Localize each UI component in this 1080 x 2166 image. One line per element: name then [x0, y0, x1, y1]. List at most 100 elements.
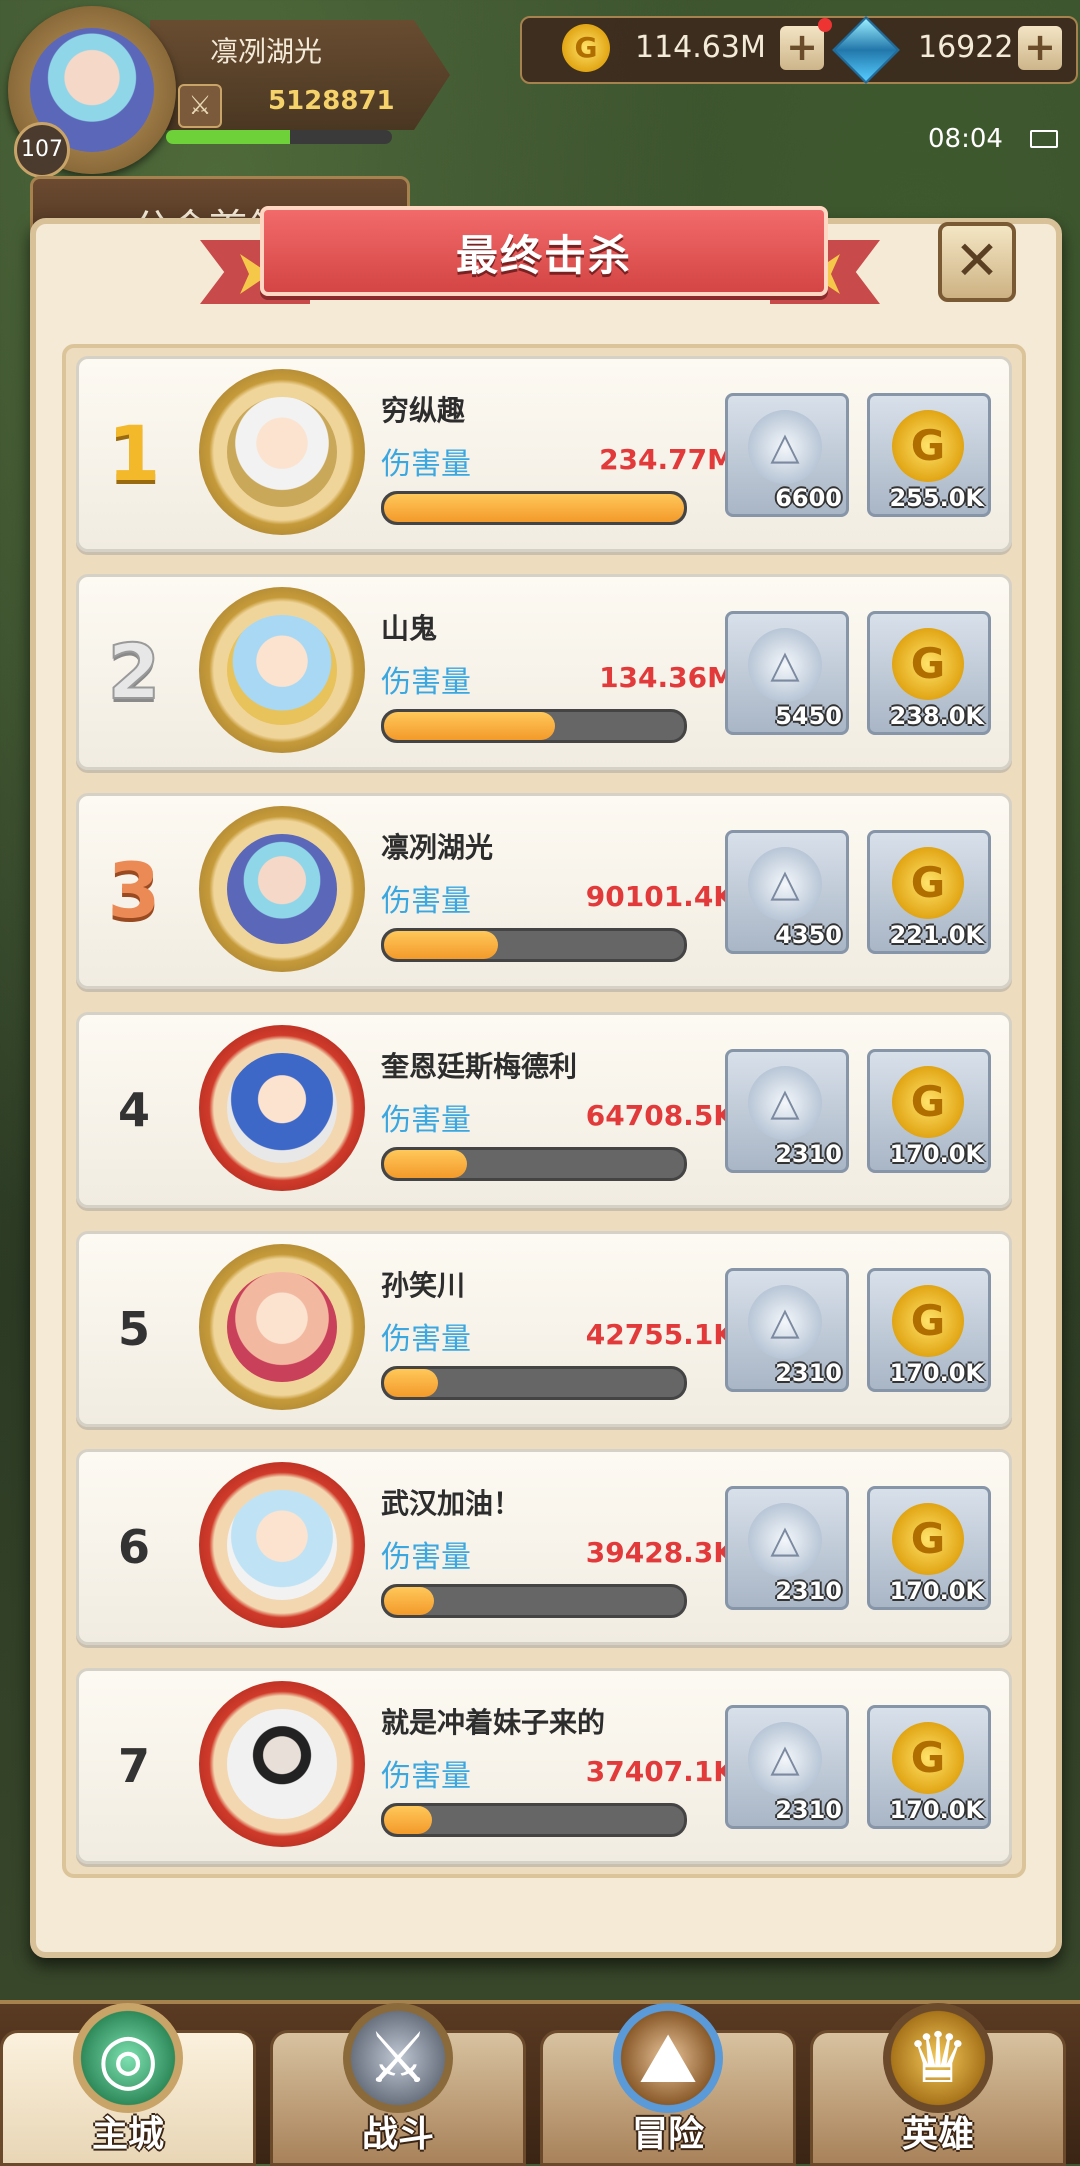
- player-name: 奎恩廷斯梅德利: [381, 1050, 578, 1083]
- player-exp-fill: [166, 130, 291, 144]
- silver-reward[interactable]: △ 2310: [725, 1268, 849, 1392]
- gold-reward-amount: 170.0K: [889, 1577, 984, 1605]
- silver-reward[interactable]: △ 6600: [725, 393, 849, 517]
- nav-label: 战斗: [361, 2114, 434, 2155]
- leaderboard-row[interactable]: 7 就是冲着妹子来的 伤害量 37407.1K △ 2310 G 170.0K: [76, 1668, 1012, 1864]
- silver-reward[interactable]: △ 5450: [725, 611, 849, 735]
- damage-bar: [381, 1366, 687, 1400]
- damage-bar-fill: [384, 1150, 467, 1178]
- damage-label: 伤害量: [381, 447, 471, 482]
- silver-reward-amount: 5450: [775, 702, 842, 730]
- ribbon-body: 最终击杀: [260, 206, 828, 296]
- silver-reward-amount: 2310: [775, 1577, 842, 1605]
- silver-reward-amount: 2310: [775, 1140, 842, 1168]
- gold-reward[interactable]: G 238.0K: [867, 611, 991, 735]
- portrait-face: [227, 615, 337, 725]
- silver-reward[interactable]: △ 2310: [725, 1705, 849, 1829]
- add-gold-button[interactable]: +: [780, 26, 824, 70]
- nav-tab[interactable]: ♛ 英雄: [810, 2003, 1066, 2166]
- close-button[interactable]: ✕: [938, 222, 1016, 302]
- gold-reward[interactable]: G 170.0K: [867, 1268, 991, 1392]
- damage-label: 伤害量: [381, 1759, 471, 1794]
- adventure-map-icon: ⛰: [613, 2003, 723, 2113]
- add-gems-button[interactable]: +: [1018, 26, 1062, 70]
- gold-coin-icon: G: [562, 24, 610, 72]
- player-name: 凛冽湖光: [381, 831, 494, 864]
- gem-amount: 16922: [918, 30, 1014, 65]
- player-portrait[interactable]: [199, 1462, 365, 1628]
- silver-reward[interactable]: △ 2310: [725, 1049, 849, 1173]
- damage-bar-fill: [384, 1806, 432, 1834]
- player-exp-bar: [166, 130, 392, 144]
- leaderboard-row[interactable]: 2 山鬼 伤害量 134.36M △ 5450 G 238.0K: [76, 574, 1012, 770]
- silver-coin-icon: △: [748, 1722, 822, 1796]
- player-name: 孙笑川: [381, 1269, 466, 1302]
- damage-bar-fill: [384, 494, 684, 522]
- silver-reward[interactable]: △ 4350: [725, 830, 849, 954]
- rank-number: 6: [117, 1520, 150, 1574]
- player-portrait[interactable]: [199, 1681, 365, 1847]
- gold-reward-amount: 170.0K: [889, 1359, 984, 1387]
- player-name: 就是冲着妹子来的: [381, 1706, 606, 1739]
- damage-bar-fill: [384, 1587, 435, 1615]
- damage-value: 234.77M: [599, 443, 735, 476]
- gold-amount: 114.63M: [635, 30, 766, 65]
- leaderboard-row[interactable]: 1 穷纵趣 伤害量 234.77M △ 6600 G 255.0K: [76, 356, 1012, 552]
- portrait-face: [227, 834, 337, 944]
- damage-bar: [381, 928, 687, 962]
- player-portrait[interactable]: [199, 587, 365, 753]
- gold-coin-icon: G: [892, 410, 964, 482]
- damage-bar-fill: [384, 1369, 438, 1397]
- nav-tab[interactable]: ⛰ 冒险: [540, 2003, 796, 2166]
- portrait-face: [227, 397, 337, 507]
- main-city-icon: ◎: [73, 2003, 183, 2113]
- gold-coin-icon: G: [892, 628, 964, 700]
- leaderboard-row[interactable]: 3 凛冽湖光 伤害量 90101.4K △ 4350 G 221.0K: [76, 793, 1012, 989]
- silver-coin-icon: △: [748, 410, 822, 484]
- silver-reward[interactable]: △ 2310: [725, 1486, 849, 1610]
- nav-tab[interactable]: ⚔ 战斗: [270, 2003, 526, 2166]
- nav-label: 主城: [91, 2114, 164, 2155]
- gold-reward[interactable]: G 170.0K: [867, 1486, 991, 1610]
- leaderboard-row[interactable]: 6 武汉加油！ 伤害量 39428.3K △ 2310 G 170.0K: [76, 1449, 1012, 1645]
- silver-coin-icon: △: [748, 628, 822, 702]
- damage-label: 伤害量: [381, 1540, 471, 1575]
- player-portrait[interactable]: [199, 1244, 365, 1410]
- gold-coin-icon: G: [892, 1722, 964, 1794]
- crossed-swords-icon: ⚔: [343, 2003, 453, 2113]
- player-level-badge: 107: [14, 122, 70, 178]
- player-portrait[interactable]: [199, 1025, 365, 1191]
- leaderboard-row[interactable]: 5 孙笑川 伤害量 42755.1K △ 2310 G 170.0K: [76, 1231, 1012, 1427]
- player-name: 武汉加油！: [381, 1487, 522, 1520]
- dialog-title: 最终击杀: [455, 231, 632, 280]
- gold-reward[interactable]: G 255.0K: [867, 393, 991, 517]
- rank-number: 3: [107, 846, 161, 935]
- damage-bar-fill: [384, 712, 555, 740]
- rank-number: 4: [117, 1083, 150, 1137]
- gold-reward[interactable]: G 170.0K: [867, 1705, 991, 1829]
- damage-bar: [381, 1803, 687, 1837]
- clock-time: 08:04: [928, 124, 1003, 154]
- gold-reward-amount: 238.0K: [889, 702, 984, 730]
- portrait-face: [227, 1053, 337, 1163]
- nav-tab[interactable]: ◎ 主城: [0, 2003, 256, 2166]
- player-portrait[interactable]: [199, 369, 365, 535]
- damage-bar: [381, 1147, 687, 1181]
- leaderboard-row[interactable]: 4 奎恩廷斯梅德利 伤害量 64708.5K △ 2310 G 170.0K: [76, 1012, 1012, 1208]
- damage-value: 37407.1K: [585, 1755, 735, 1788]
- gold-coin-icon: G: [892, 847, 964, 919]
- player-portrait[interactable]: [199, 806, 365, 972]
- notification-dot: [818, 18, 832, 32]
- silver-reward-amount: 2310: [775, 1359, 842, 1387]
- gold-reward[interactable]: G 221.0K: [867, 830, 991, 954]
- rank-number: 7: [117, 1739, 150, 1793]
- damage-bar-fill: [384, 931, 498, 959]
- gold-coin-icon: G: [892, 1503, 964, 1575]
- silver-coin-icon: △: [748, 1503, 822, 1577]
- damage-bar: [381, 1584, 687, 1618]
- portrait-face: [227, 1709, 337, 1819]
- damage-value: 90101.4K: [585, 880, 735, 913]
- damage-value: 42755.1K: [585, 1318, 735, 1351]
- gold-reward[interactable]: G 170.0K: [867, 1049, 991, 1173]
- nav-label: 冒险: [631, 2114, 704, 2155]
